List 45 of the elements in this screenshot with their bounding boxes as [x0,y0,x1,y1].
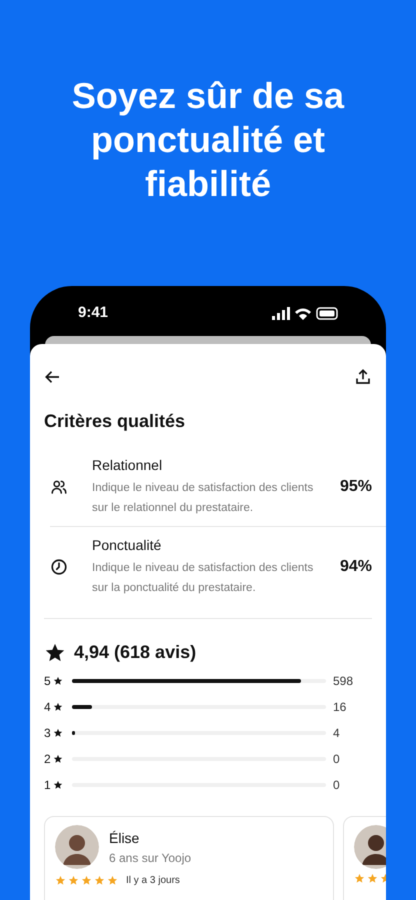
clock-icon [50,558,68,576]
reviewer-name: Élise [109,828,140,848]
criterion-description: Indique le niveau de satisfaction des clients sur le relationnel du prestataire. [92,481,314,516]
star-level-label: 3 [44,725,51,742]
star-icon [55,875,66,886]
star-level-label: 4 [44,699,51,716]
battery-icon [316,306,338,320]
signal-icon [272,306,290,320]
star-icon [107,875,118,886]
star-icon [52,702,63,712]
criterion-title: Ponctualité [92,536,162,555]
people-icon [50,478,68,496]
section-title: Critères qualités [44,410,186,433]
share-icon[interactable] [354,368,372,386]
star-level-label: 1 [44,777,51,794]
avatar [354,825,386,869]
status-time: 9:41 [78,302,108,323]
criterion-description: Indique le niveau de satisfaction des clients sur la ponctualité du prestataire. [92,561,314,596]
wifi-icon [295,306,311,320]
rating-count: 0 [332,777,341,794]
reviewer-tenure: 6 ans sur Yoojo [109,850,192,866]
star-icon [94,875,105,886]
headline: Soyez sûr de sa ponctualité et fiabilité [70,74,346,206]
star-icon [367,873,378,884]
avatar [55,825,99,869]
rating-count: 16 [332,699,348,716]
criterion-score: 95% [338,476,373,496]
star-icon [81,875,92,886]
star-level-label: 2 [44,751,51,768]
star-icon [52,754,63,764]
review-card[interactable]: Élise 6 ans sur Yoojo Il y a 3 jours [44,816,334,900]
star-level-label: 5 [44,673,51,690]
rating-count: 0 [332,751,341,768]
star-icon [52,676,63,686]
rating-count: 598 [332,673,354,690]
star-icon [52,728,63,738]
rating-count: 4 [332,725,341,742]
criterion-score: 94% [338,556,373,576]
star-icon [354,873,365,884]
star-icon [44,642,66,664]
review-date: Il y a 3 jours [126,874,180,888]
star-icon [68,875,79,886]
rating-summary: 4,94 (618 avis) [74,641,196,664]
criterion-title: Relationnel [92,456,164,475]
star-icon [52,780,63,790]
